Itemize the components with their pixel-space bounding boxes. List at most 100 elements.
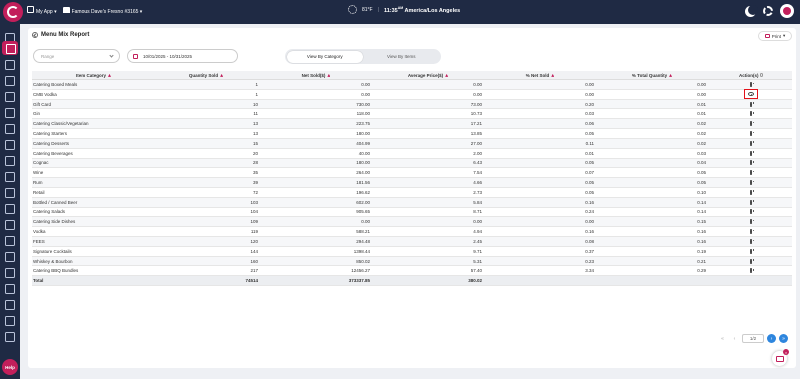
cell: 27.00 [470, 140, 482, 146]
sidebar-item-9[interactable] [5, 156, 15, 166]
cell: 39 [252, 180, 258, 186]
print-button[interactable]: Print ▾ [758, 31, 792, 41]
view-action-button[interactable] [750, 238, 752, 244]
avatar[interactable] [780, 4, 794, 18]
table-row: Catering Beverages 20 40.00 2.00 0.01 0.03 [32, 149, 792, 159]
cell: FEES [33, 238, 45, 244]
table-row: Catering Classic/Vegetarian 13 223.75 17.21… [32, 119, 792, 130]
sidebar-item-20[interactable] [5, 332, 15, 342]
sort-icon [108, 73, 111, 77]
clock-timezone: America/Los Angeles [404, 7, 461, 14]
view-action-button[interactable] [750, 258, 752, 264]
view-action-button[interactable] [750, 180, 752, 186]
report-card: Menu Mix Report Print ▾ Range 10/01/2025… [28, 28, 796, 368]
view-action-button[interactable] [750, 170, 752, 176]
table-row: Retail 72 196.62 2.73 0.05 0.10 [32, 188, 792, 198]
cell: 0.05 [697, 170, 706, 176]
view-action-button[interactable] [750, 189, 752, 195]
view-action-button[interactable] [750, 150, 752, 156]
sidebar-item-4[interactable] [5, 76, 15, 86]
view-action-button[interactable] [750, 268, 752, 274]
table-row: Bottled / Canned Beer 103 602.00 5.84 0.16 0.… [32, 197, 792, 208]
date-range-picker[interactable]: 10/01/2025 - 10/31/2025 [127, 49, 238, 63]
prev-page-button[interactable]: ‹ [730, 334, 739, 343]
sidebar-item-12[interactable] [5, 204, 15, 214]
sidebar-item-15[interactable] [5, 252, 15, 262]
range-select[interactable]: Range [33, 49, 120, 63]
view-action-button[interactable] [750, 248, 752, 254]
view-action-button[interactable] [750, 209, 752, 215]
header-net-sold[interactable]: Net Sold($) [262, 73, 374, 78]
sidebar-item-19[interactable] [5, 316, 15, 326]
header-pct-net-sold[interactable]: % Net Sold [486, 73, 598, 78]
sidebar-item-3[interactable] [5, 60, 15, 70]
view-action-button[interactable] [750, 101, 752, 107]
store-selector[interactable]: Famous Dave's Fresno #3165 ▾ [62, 6, 142, 15]
cell: 0.19 [697, 248, 706, 254]
actions-cell [710, 248, 792, 254]
cell: 0.03 [585, 111, 594, 117]
tab-view-by-category[interactable]: View By Category [286, 50, 363, 63]
view-action-button[interactable] [750, 121, 752, 127]
cell: 73.00 [470, 101, 482, 107]
sidebar-item-10[interactable] [5, 172, 15, 182]
sidebar-item-reports[interactable] [2, 41, 18, 55]
sort-icon [220, 73, 224, 77]
tab-view-by-items[interactable]: View By Items [363, 51, 440, 63]
view-action-button[interactable] [750, 199, 752, 205]
page-indicator: 1/2 [742, 334, 764, 343]
sidebar-item-16[interactable] [5, 268, 15, 278]
next-page-button[interactable]: › [767, 334, 776, 343]
view-action-button[interactable] [750, 229, 752, 235]
view-action-button[interactable] [750, 81, 752, 87]
eye-icon [750, 121, 752, 127]
header-average-price[interactable]: Average Price($) [374, 73, 486, 78]
sidebar-item-5[interactable] [5, 92, 15, 102]
cell: CMB Vodka [33, 91, 57, 97]
app-switcher[interactable]: My App ▾ [27, 6, 57, 15]
cell: Signature Cocktails [33, 248, 72, 254]
cell: 0.16 [585, 199, 594, 205]
view-action-button[interactable] [750, 111, 752, 117]
cell: 905.65 [356, 209, 370, 215]
chat-widget[interactable]: × [772, 349, 789, 366]
cell: 0.05 [585, 130, 594, 136]
logo-icon[interactable] [3, 2, 23, 22]
eye-icon [750, 248, 752, 254]
close-icon[interactable]: × [783, 349, 789, 355]
sidebar-item-8[interactable] [5, 140, 15, 150]
cell: 12456.27 [351, 268, 370, 274]
sidebar-item-7[interactable] [5, 124, 15, 134]
sidebar-item-6[interactable] [5, 108, 15, 118]
view-action-button[interactable] [744, 89, 758, 100]
header-pct-total-quantity[interactable]: % Total Quantity [598, 73, 710, 78]
view-action-button[interactable] [750, 140, 752, 146]
cell: Catering Classic/Vegetarian [33, 121, 89, 127]
actions-cell [710, 111, 792, 117]
eye-icon [750, 189, 752, 195]
first-page-button[interactable]: « [718, 334, 727, 343]
cell: 0.15 [697, 219, 706, 225]
last-page-button[interactable]: » [779, 334, 788, 343]
moon-icon[interactable] [745, 4, 758, 17]
view-action-button[interactable] [750, 160, 752, 166]
cell: 380.02 [468, 278, 482, 284]
sidebar-item-18[interactable] [5, 300, 15, 310]
sidebar-item-14[interactable] [5, 236, 15, 246]
sidebar-item-11[interactable] [5, 188, 15, 198]
actions-cell [710, 219, 792, 225]
gear-icon[interactable] [763, 6, 773, 16]
sidebar-item-13[interactable] [5, 220, 15, 230]
view-action-button[interactable] [750, 219, 752, 225]
help-button[interactable]: Help [2, 359, 18, 375]
cell: 0.00 [697, 91, 706, 97]
header-item-category[interactable]: Item Category [32, 73, 154, 78]
cell: 7.54 [473, 170, 482, 176]
grid-icon [27, 6, 34, 13]
header-quantity-sold[interactable]: Quantity Sold [154, 73, 262, 78]
weather-temp: 81°F [362, 6, 373, 13]
sidebar-item-17[interactable] [5, 284, 15, 294]
view-action-button[interactable] [750, 130, 752, 136]
back-icon[interactable] [32, 32, 38, 38]
table-row: Gift Card 10 730.00 73.00 0.20 0.01 [32, 99, 792, 110]
